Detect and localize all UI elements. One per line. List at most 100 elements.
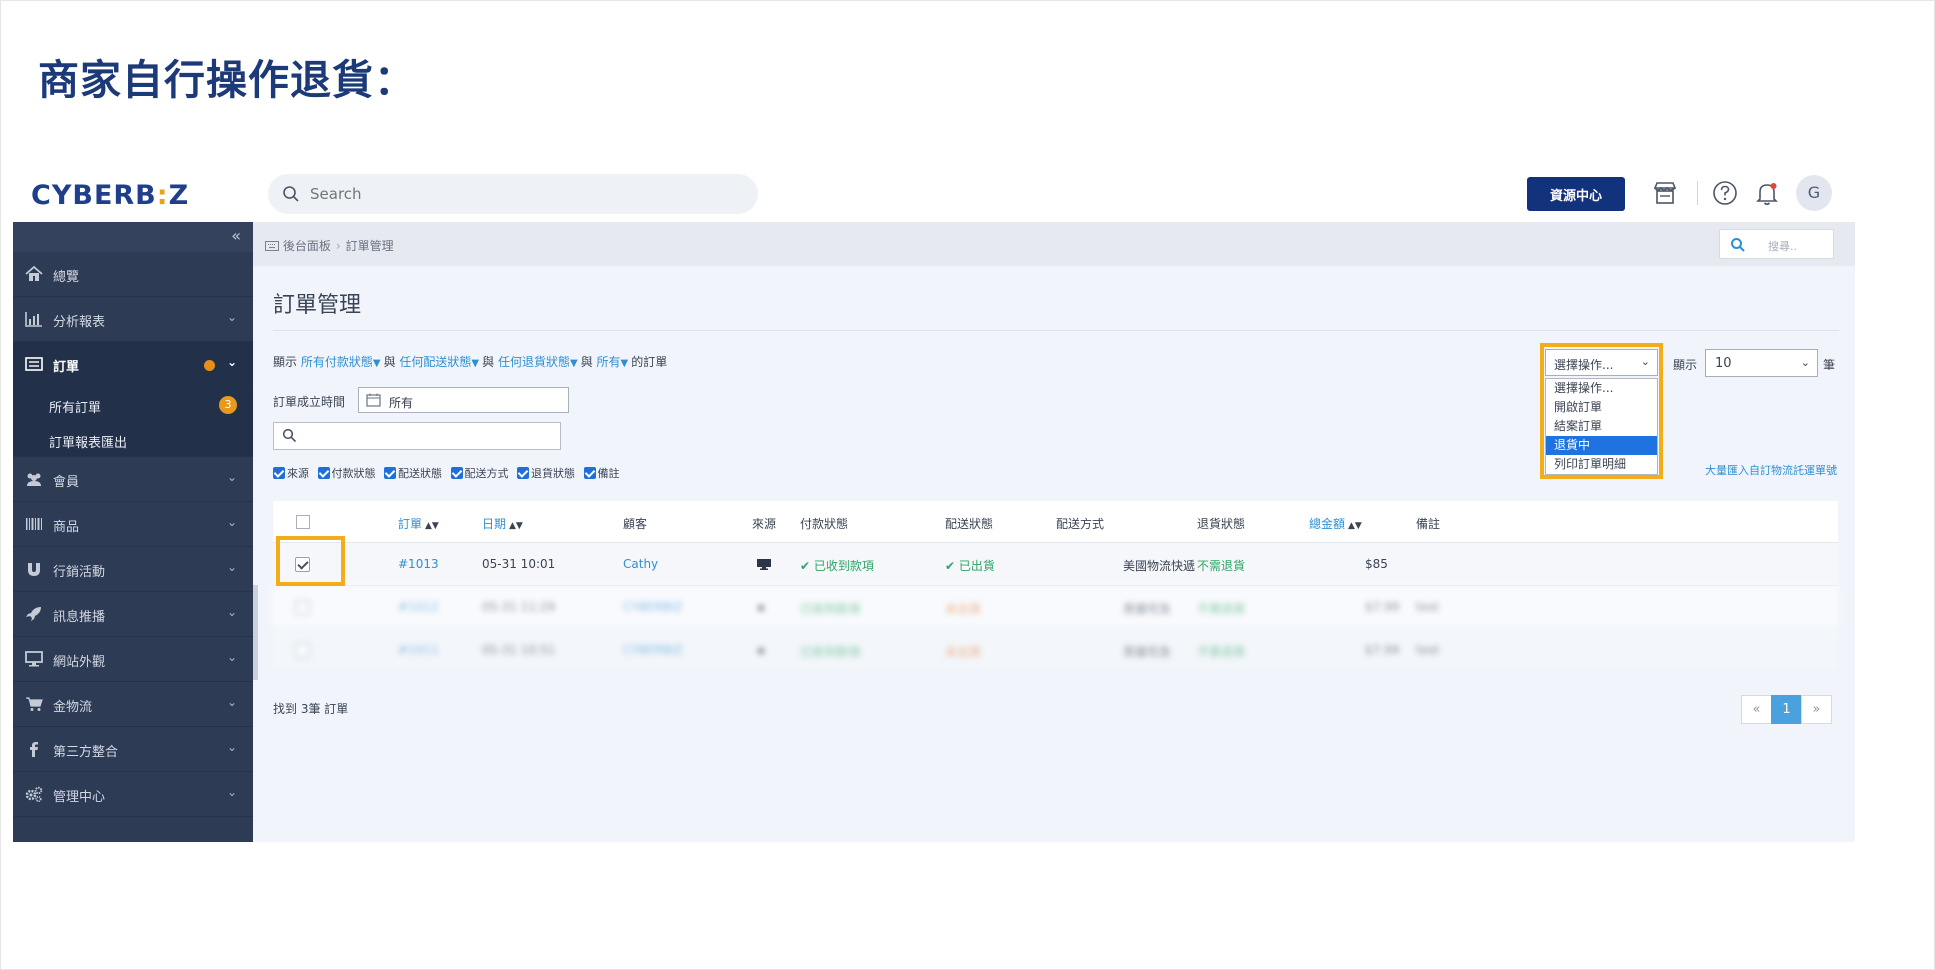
quick-search[interactable]: 搜尋.. bbox=[1719, 229, 1834, 259]
column-toggle-checkbox[interactable] bbox=[273, 467, 285, 479]
resource-center-button[interactable]: 資源中心 bbox=[1527, 177, 1625, 211]
title-divider bbox=[273, 330, 1839, 331]
row-checkbox[interactable] bbox=[295, 643, 310, 658]
column-toggles: 來源 付款狀態 配送狀態 配送方式 退貨狀態 備註 bbox=[273, 465, 625, 481]
column-toggle-label: 來源 bbox=[287, 467, 309, 480]
filter-joiner: 與 bbox=[383, 355, 396, 369]
sidebar-collapse[interactable]: « bbox=[13, 222, 253, 252]
collapse-icon[interactable]: « bbox=[231, 226, 241, 245]
customer-name[interactable]: CYBERBIZ bbox=[623, 600, 683, 614]
sidebar-item-third-party[interactable]: 第三方整合 ⌄ bbox=[13, 727, 253, 772]
column-toggle-checkbox[interactable] bbox=[450, 467, 463, 479]
store-icon[interactable] bbox=[1650, 178, 1680, 208]
column-toggle-checkbox[interactable] bbox=[384, 467, 396, 479]
filter-joiner: 與 bbox=[482, 355, 495, 369]
customer-name[interactable]: Cathy bbox=[623, 557, 658, 571]
chevron-down-icon: ⌄ bbox=[226, 355, 237, 369]
check-icon: ✔ bbox=[945, 559, 959, 573]
column-toggle-checkbox[interactable] bbox=[517, 467, 529, 479]
highlight-row-checkbox bbox=[276, 536, 345, 586]
select-all-checkbox[interactable] bbox=[296, 515, 310, 529]
header-label: 日期 bbox=[482, 517, 507, 531]
global-search-input[interactable] bbox=[310, 181, 730, 207]
filter-prefix: 顯示 bbox=[273, 355, 298, 369]
order-date: 05-31 11:29 bbox=[482, 600, 556, 614]
sidebar-item-orders[interactable]: 訂單 ⌄ bbox=[13, 342, 253, 387]
breadcrumb-home[interactable]: 後台面板 bbox=[283, 239, 331, 253]
chevron-down-icon: ⌄ bbox=[226, 560, 237, 574]
count-badge: 3 bbox=[219, 396, 237, 414]
page-size-unit: 筆 bbox=[1823, 358, 1836, 372]
breadcrumb-current: 訂單管理 bbox=[345, 239, 394, 253]
chevron-down-icon: ⌄ bbox=[226, 695, 237, 709]
bell-icon[interactable] bbox=[1752, 178, 1782, 208]
payment-status: ✔ 已收到款項 bbox=[800, 557, 874, 574]
sidebar-item-products[interactable]: 商品 ⌄ bbox=[13, 502, 253, 547]
col-payment: 付款狀態 bbox=[800, 517, 849, 531]
sub-item-label: 訂單報表匯出 bbox=[49, 436, 128, 451]
sidebar-item-overview[interactable]: 總覽 bbox=[13, 252, 253, 297]
chevron-down-icon: ⌄ bbox=[1800, 356, 1810, 369]
table-row[interactable]: #1011 05-31 10:51 CYBERBIZ ▪ 已收到款項 未出貨 黑… bbox=[273, 629, 1838, 672]
column-toggle-checkbox[interactable] bbox=[317, 467, 330, 479]
search-icon bbox=[283, 186, 299, 202]
order-number[interactable]: #1013 bbox=[398, 557, 439, 571]
sidebar-item-marketing[interactable]: 行銷活動 ⌄ bbox=[13, 547, 253, 592]
order-search-input[interactable] bbox=[273, 422, 561, 450]
payment-status-filter[interactable]: 所有付款狀態 bbox=[301, 355, 373, 369]
date-range-input[interactable]: 所有 bbox=[358, 387, 569, 413]
bulk-import-tracking-link[interactable]: 大量匯入自訂物流託運單號 bbox=[1705, 462, 1837, 478]
shipping-status: ✔ 已出貨 bbox=[945, 557, 995, 574]
table-row[interactable]: #1012 05-31 11:29 CYBERBIZ ▪ 已收到款項 未出貨 黑… bbox=[273, 586, 1838, 629]
sidebar-item-label: 第三方整合 bbox=[53, 745, 119, 760]
highlight-action-dropdown bbox=[1540, 343, 1663, 479]
return-status: 不需退貨 bbox=[1197, 559, 1246, 573]
page-1-button[interactable]: 1 bbox=[1771, 695, 1802, 724]
order-date: 05-31 10:51 bbox=[482, 643, 556, 657]
order-number[interactable]: #1012 bbox=[398, 600, 439, 614]
col-total[interactable]: 總金額 ▲▼ bbox=[1309, 515, 1362, 532]
order-filter-sentence: 顯示 所有付款狀態▼ 與 任何配送狀態▼ 與 任何退貨狀態▼ 與 所有▼ 的訂單 bbox=[273, 353, 667, 370]
sidebar-item-appearance[interactable]: 網站外觀 ⌄ bbox=[13, 637, 253, 682]
page-size-select[interactable]: 10 ⌄ bbox=[1705, 349, 1818, 377]
help-icon[interactable] bbox=[1710, 178, 1740, 208]
row-checkbox[interactable] bbox=[295, 600, 310, 615]
sidebar-sub-order-export[interactable]: 訂單報表匯出 bbox=[13, 422, 253, 457]
col-order[interactable]: 訂單 ▲▼ bbox=[398, 515, 439, 532]
main-content: 後台面板 › 訂單管理 搜尋.. 訂單管理 顯示 所有付款狀態▼ 與 任何配送狀態▼ 與… bbox=[253, 222, 1855, 842]
prev-page-button[interactable]: « bbox=[1741, 695, 1772, 724]
sidebar-sub-all-orders[interactable]: 所有訂單 3 bbox=[13, 387, 253, 422]
col-date[interactable]: 日期 ▲▼ bbox=[482, 515, 523, 532]
col-source: 來源 bbox=[752, 517, 777, 531]
header-label: 總金額 bbox=[1309, 517, 1346, 531]
avatar[interactable]: G bbox=[1796, 175, 1832, 211]
customer-name[interactable]: CYBERBIZ bbox=[623, 643, 683, 657]
source-filter[interactable]: 所有 bbox=[597, 355, 621, 369]
date-range-value: 所有 bbox=[389, 396, 414, 410]
shipping-method: 美國物流快遞 bbox=[1123, 559, 1196, 573]
sidebar-item-admin[interactable]: 管理中心 ⌄ bbox=[13, 772, 253, 817]
shipping-status-filter[interactable]: 任何配送狀態 bbox=[399, 355, 471, 369]
return-status-filter[interactable]: 任何退貨狀態 bbox=[498, 355, 570, 369]
search-icon bbox=[1731, 238, 1745, 252]
next-page-button[interactable]: » bbox=[1801, 695, 1832, 724]
sidebar-item-payment-logistics[interactable]: 金物流 ⌄ bbox=[13, 682, 253, 727]
filter-suffix: 的訂單 bbox=[631, 355, 668, 369]
list-icon bbox=[25, 357, 43, 371]
page-size-label: 顯示 bbox=[1673, 358, 1698, 372]
sub-item-label: 所有訂單 bbox=[49, 401, 102, 416]
table-row[interactable]: #1013 05-31 10:01 Cathy ✔ 已收到款項 ✔ 已出貨 美國… bbox=[273, 543, 1838, 586]
breadcrumb-bar: 後台面板 › 訂單管理 搜尋.. bbox=[253, 222, 1855, 266]
sidebar-item-label: 分析報表 bbox=[53, 315, 106, 330]
sidebar-item-push[interactable]: 訊息推播 ⌄ bbox=[13, 592, 253, 637]
caret-down-icon: ▼ bbox=[372, 358, 381, 369]
sidebar-item-members[interactable]: 會員 ⌄ bbox=[13, 457, 253, 502]
order-number[interactable]: #1011 bbox=[398, 643, 439, 657]
cyberbiz-logo[interactable]: CYBERB:Z bbox=[31, 180, 189, 211]
sidebar-item-analytics[interactable]: 分析報表 ⌄ bbox=[13, 297, 253, 342]
column-toggle-checkbox[interactable] bbox=[583, 467, 596, 479]
scrollbar[interactable] bbox=[253, 585, 258, 680]
col-shipping: 配送狀態 bbox=[945, 517, 994, 531]
payment-status: 已收到款項 bbox=[800, 645, 861, 659]
chevron-down-icon: ⌄ bbox=[226, 470, 237, 484]
